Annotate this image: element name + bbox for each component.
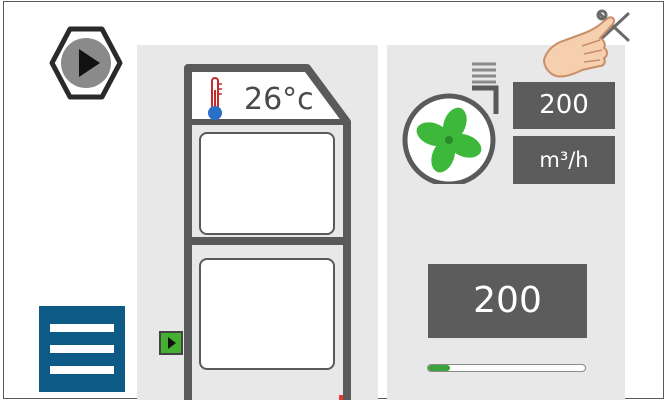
fan-icon	[402, 62, 499, 184]
play-icon	[49, 26, 123, 100]
progress-bar	[427, 364, 586, 372]
door-entry-icon	[168, 337, 176, 349]
hand-pointer-icon	[542, 9, 630, 78]
menu-button[interactable]	[39, 306, 125, 392]
entry-button[interactable]	[159, 331, 183, 355]
airflow-value[interactable]: 200	[513, 82, 615, 129]
red-marker	[339, 395, 343, 400]
cabinet-temperature: 26°c	[244, 82, 314, 117]
thermometer-icon	[208, 77, 222, 120]
airflow-unit: m³/h	[513, 136, 615, 184]
setpoint-value[interactable]: 200	[428, 264, 587, 338]
play-button[interactable]	[48, 25, 124, 101]
progress-fill	[428, 365, 450, 371]
